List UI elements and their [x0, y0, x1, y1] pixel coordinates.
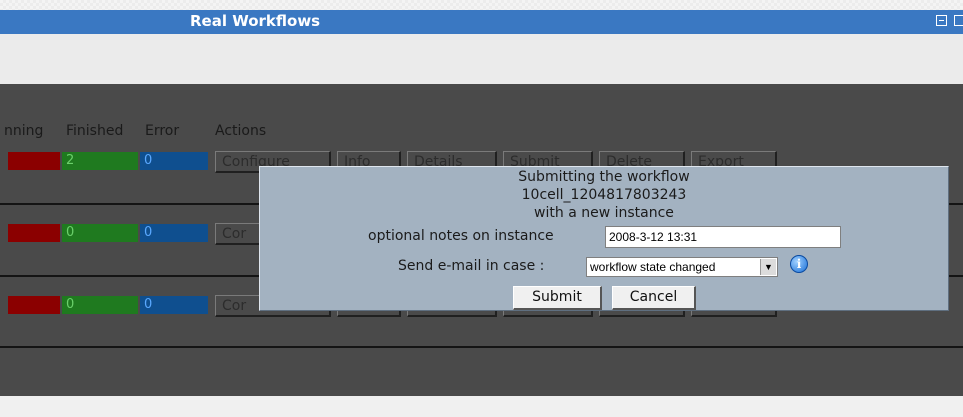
error-count: 0 — [140, 296, 208, 314]
finished-count: 0 — [62, 224, 138, 242]
dialog-heading: Submitting the workflow — [518, 169, 690, 185]
workflow-name: 10cell_1204817803243 — [521, 187, 687, 203]
error-count: 0 — [140, 224, 208, 242]
window-titlebar: Real Workflows — [0, 10, 963, 34]
submit-button[interactable]: Submit — [513, 286, 602, 310]
submit-dialog: Submitting the workflow 10cell_120481780… — [259, 166, 949, 311]
running-count — [8, 224, 60, 242]
minimize-icon[interactable] — [936, 15, 947, 26]
notes-label: optional notes on instance — [368, 228, 554, 244]
dialog-subheading: with a new instance — [534, 205, 674, 221]
running-count — [8, 152, 60, 170]
error-count: 0 — [140, 152, 208, 170]
header-actions: Actions — [215, 123, 267, 139]
finished-count: 0 — [62, 296, 138, 314]
maximize-icon[interactable] — [954, 15, 963, 26]
window-title: Real Workflows — [190, 12, 321, 30]
email-condition-value: workflow state changed — [590, 260, 716, 274]
cancel-button[interactable]: Cancel — [612, 286, 696, 310]
header-error: Error — [145, 123, 180, 139]
toolbar-area — [0, 34, 963, 84]
running-count — [8, 296, 60, 314]
header-finished: Finished — [66, 123, 124, 139]
email-label: Send e-mail in case : — [398, 258, 545, 274]
header-running: nning — [4, 123, 44, 139]
info-icon[interactable]: i — [790, 255, 808, 273]
finished-count: 2 — [62, 152, 138, 170]
row-divider — [0, 346, 963, 348]
footer-area — [0, 396, 963, 417]
configure-button[interactable]: Cor — [215, 223, 261, 245]
email-condition-select[interactable]: workflow state changed ▼ — [586, 257, 778, 277]
chevron-down-icon[interactable]: ▼ — [760, 259, 776, 275]
notes-input[interactable] — [605, 226, 841, 248]
